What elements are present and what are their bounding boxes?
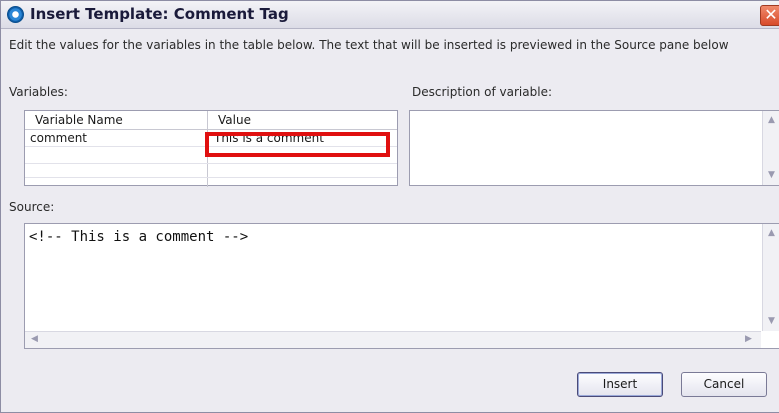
source-horizontal-scrollbar[interactable]: ◀ ▶ [25, 331, 761, 348]
description-area[interactable]: ▲ ▼ [409, 110, 779, 186]
scroll-up-icon[interactable]: ▲ [764, 226, 779, 241]
variables-label: Variables: [9, 85, 68, 99]
close-icon: ✕ [764, 5, 778, 24]
description-label: Description of variable: [412, 85, 552, 99]
scroll-up-icon[interactable]: ▲ [764, 113, 779, 128]
source-label: Source: [9, 200, 55, 214]
scroll-down-icon[interactable]: ▼ [764, 168, 779, 183]
source-pane[interactable]: <!-- This is a comment --> ▲ ▼ ◀ ▶ [24, 223, 779, 349]
source-text[interactable]: <!-- This is a comment --> [29, 229, 248, 245]
instructions-text: Edit the values for the variables in the… [9, 38, 729, 52]
title-bar: Insert Template: Comment Tag ✕ [1, 1, 779, 29]
value-highlight-box [205, 132, 390, 157]
insert-template-dialog: Insert Template: Comment Tag ✕ Edit the … [0, 0, 779, 413]
row-divider [25, 163, 397, 164]
scroll-down-icon[interactable]: ▼ [764, 314, 779, 329]
variable-name-cell[interactable]: comment [30, 131, 87, 145]
column-header-value[interactable]: Value [208, 111, 397, 129]
source-vertical-scrollbar[interactable]: ▲ ▼ [762, 224, 779, 331]
column-header-variable-name[interactable]: Variable Name [25, 111, 207, 129]
row-divider [25, 177, 397, 178]
window-title: Insert Template: Comment Tag [30, 5, 289, 23]
close-button[interactable]: ✕ [760, 5, 779, 26]
app-logo-icon [7, 6, 24, 23]
description-scrollbar[interactable]: ▲ ▼ [762, 111, 779, 185]
scroll-right-icon[interactable]: ▶ [741, 332, 756, 347]
cancel-button[interactable]: Cancel [681, 372, 767, 397]
scroll-left-icon[interactable]: ◀ [27, 332, 42, 347]
table-row[interactable]: comment [30, 130, 87, 146]
insert-button[interactable]: Insert [577, 372, 663, 397]
